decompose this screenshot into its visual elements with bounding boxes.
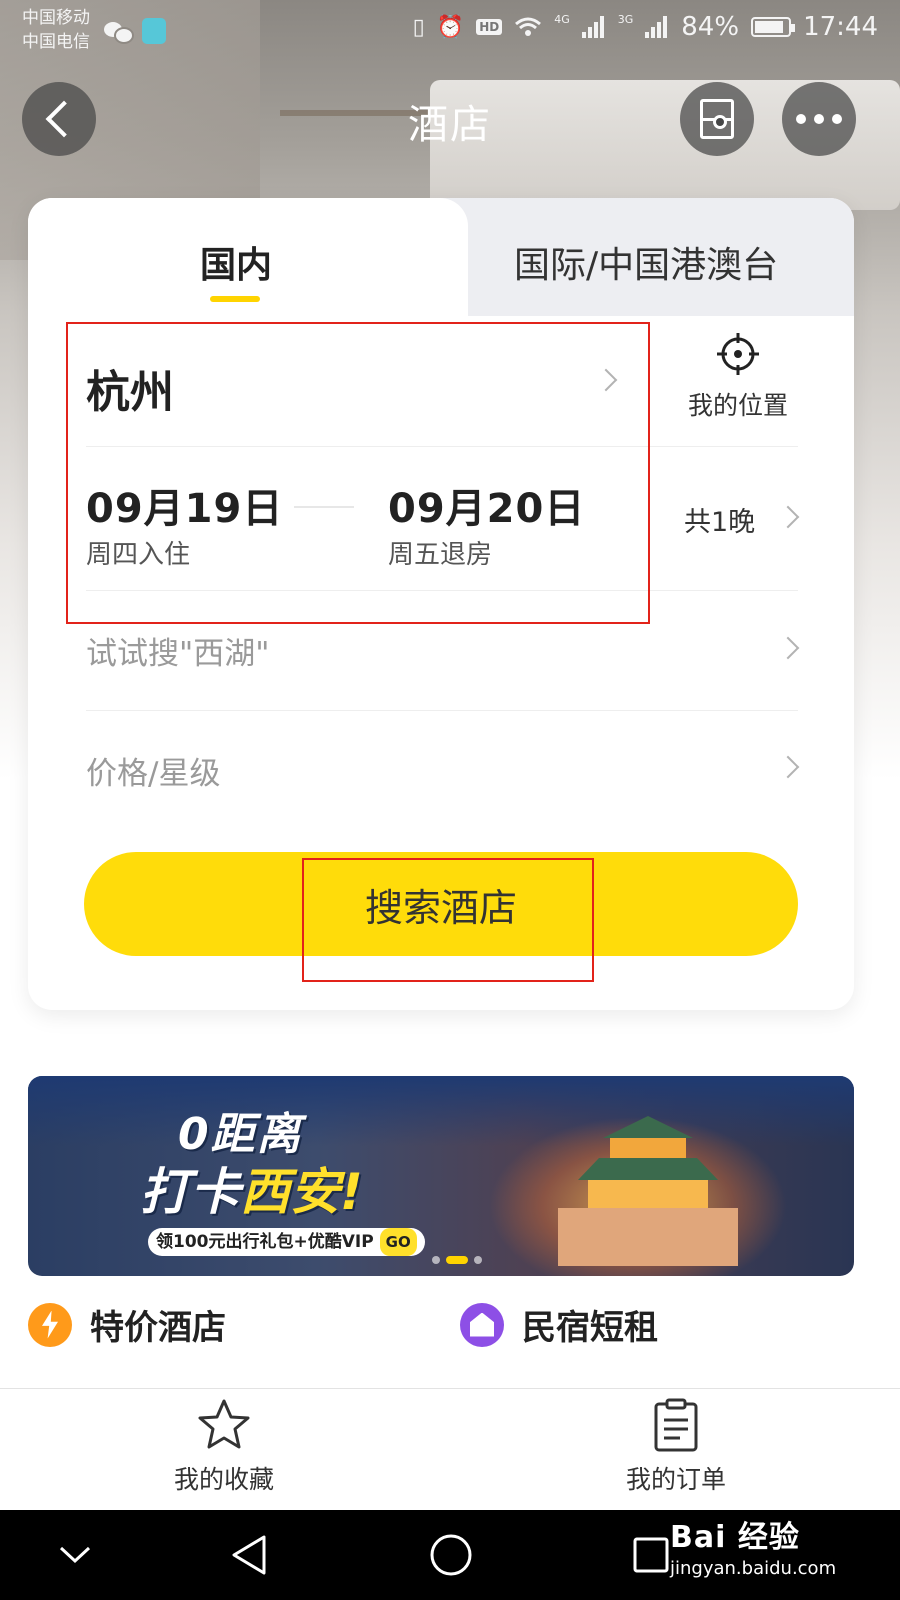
chevron-down-icon: [59, 1546, 91, 1564]
net-3g-label: 3G: [617, 12, 634, 26]
triangle-back-icon: [232, 1535, 266, 1575]
doc-icon: [654, 1398, 698, 1452]
nav-home-button[interactable]: [426, 1510, 476, 1600]
my-orders-button[interactable]: 我的订单: [576, 1398, 776, 1496]
banner-subtitle: 领100元出行礼包+优酷VIP GO: [148, 1228, 425, 1256]
quick-entry-label: 民宿短租: [522, 1308, 658, 1348]
quick-entry-discount-hotels[interactable]: 特价酒店: [28, 1300, 226, 1349]
promo-banner[interactable]: 0距离 打卡西安! 领100元出行礼包+优酷VIP GO: [28, 1076, 854, 1276]
crosshair-icon: [717, 333, 759, 375]
tab-active-indicator: [210, 296, 260, 302]
scan-icon: [700, 99, 734, 139]
nights-count[interactable]: 共1晚: [684, 500, 755, 539]
banner-title-part-b: 西安!: [240, 1163, 363, 1221]
bottom-bar-divider: [0, 1388, 900, 1389]
my-favorites-label: 我的收藏: [173, 1465, 274, 1494]
battery-percent: 84%: [681, 12, 740, 42]
price-star-filter[interactable]: 价格/星级: [86, 748, 220, 793]
carousel-indicator: [432, 1256, 482, 1264]
chevron-right-icon: [776, 636, 800, 660]
banner-go-pill: GO: [379, 1228, 417, 1256]
divider: [86, 710, 798, 711]
scan-button[interactable]: [680, 82, 754, 156]
carrier-1: 中国移动: [22, 8, 90, 28]
banner-title-line2: 打卡西安!: [140, 1152, 363, 1224]
alarm-icon: ⏰: [436, 14, 465, 40]
page-title: 酒店: [408, 102, 492, 148]
tab-domestic[interactable]: 国内: [200, 236, 272, 288]
carousel-dot-active: [446, 1256, 468, 1264]
signal-icon: [581, 16, 604, 38]
tab-international[interactable]: 国际/中国港澳台: [514, 236, 778, 288]
nav-back-button[interactable]: [224, 1510, 274, 1600]
status-bar: 中国移动 中国电信 ▯ ⏰ HD 4G 3G 84% 17:44: [0, 0, 900, 62]
square-recents-icon: [633, 1537, 669, 1573]
more-button[interactable]: [782, 82, 856, 156]
signal-icon-2: [645, 16, 668, 38]
nav-recents-button[interactable]: [626, 1510, 676, 1600]
banner-subtitle-text: 领100元出行礼包+优酷VIP: [156, 1232, 374, 1252]
carrier-2: 中国电信: [22, 32, 90, 52]
watermark-url: jingyan.baidu.com: [670, 1558, 837, 1579]
net-4g-label: 4G: [554, 12, 570, 26]
baidu-jingyan-watermark: Bai 经验 jingyan.baidu.com: [670, 1512, 836, 1579]
bell-tower-illustration: [548, 1106, 748, 1266]
star-icon: [198, 1399, 250, 1449]
hd-badge: HD: [476, 19, 503, 35]
wechat-icon: [104, 20, 134, 44]
vibrate-icon: ▯: [412, 14, 425, 40]
watermark-main: Bai 经验: [670, 1520, 800, 1555]
status-time: 17:44: [803, 12, 878, 42]
status-left-icons: [104, 18, 166, 44]
carousel-dot: [432, 1256, 440, 1264]
battery-icon: [751, 17, 796, 37]
keyword-search-input[interactable]: 试试搜"西湖": [86, 628, 270, 673]
quick-entry-homestay[interactable]: 民宿短租: [460, 1300, 658, 1349]
highlight-box-search-button: [302, 858, 594, 982]
carousel-dot: [474, 1256, 482, 1264]
carrier-names: 中国移动 中国电信: [22, 6, 90, 54]
bolt-icon: [28, 1302, 72, 1347]
my-location-label: 我的位置: [687, 391, 788, 420]
my-favorites-button[interactable]: 我的收藏: [124, 1398, 324, 1496]
circle-home-icon: [430, 1534, 472, 1576]
chevron-right-icon: [776, 505, 800, 529]
my-orders-label: 我的订单: [625, 1465, 726, 1494]
my-location-button[interactable]: 我的位置: [678, 332, 798, 422]
highlight-box-city-dates: [66, 322, 650, 624]
status-right-icons: ▯ ⏰ HD 4G 3G 84% 17:44: [413, 12, 878, 42]
nav-collapse-button[interactable]: [50, 1510, 100, 1600]
shield-icon: [142, 18, 166, 44]
chevron-right-icon: [776, 755, 800, 779]
banner-title-part-a: 打卡: [140, 1163, 240, 1221]
home-icon: [460, 1302, 504, 1347]
more-icon: [792, 114, 846, 124]
quick-entry-label: 特价酒店: [90, 1308, 226, 1348]
wifi-icon: [515, 17, 542, 36]
